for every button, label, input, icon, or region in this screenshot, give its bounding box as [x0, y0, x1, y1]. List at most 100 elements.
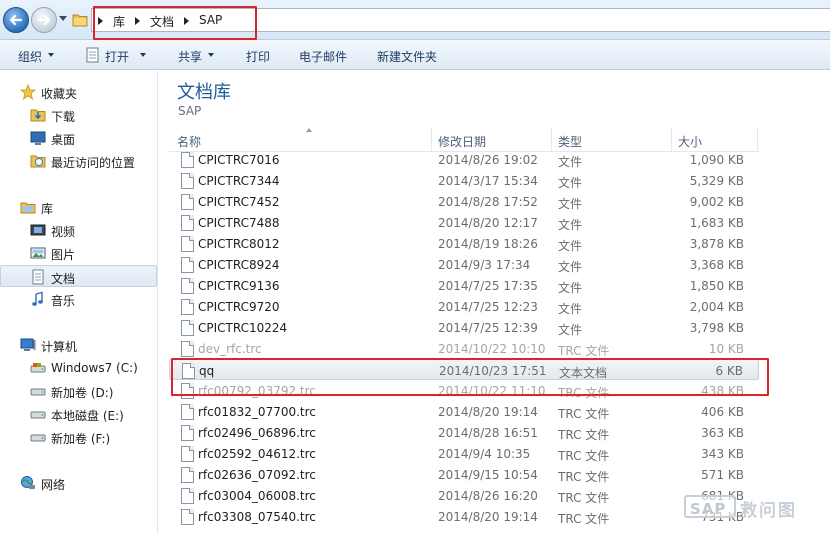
share-button[interactable]: 共享	[178, 48, 202, 65]
file-row[interactable]: rfc02636_07092.trc 2014/9/15 10:54 TRC 文件 5…	[169, 464, 759, 485]
file-row[interactable]: CPICTRC7344 2014/3/17 15:34 文件 5,329 KB	[169, 170, 759, 191]
file-row[interactable]: rfc02496_06896.trc 2014/8/28 16:51 TRC 文件 3…	[169, 422, 759, 443]
nav-drive-d-label: 新加卷 (D:)	[51, 386, 114, 400]
file-row[interactable]: CPICTRC7452 2014/8/28 17:52 文件 9,002 KB	[169, 191, 759, 212]
nav-desktop[interactable]: 桌面	[0, 127, 157, 149]
column-name[interactable]: 名称	[177, 133, 201, 150]
drive-icon	[30, 388, 46, 396]
file-name: rfc02592_04612.trc	[198, 447, 316, 461]
organize-button[interactable]: 组织	[18, 48, 42, 65]
file-icon	[181, 488, 194, 504]
network-icon	[21, 476, 35, 489]
nav-pictures[interactable]: 图片	[0, 242, 157, 264]
file-row[interactable]: dev_rfc.trc 2014/10/22 10:10 TRC 文件 10 KB	[169, 338, 759, 359]
system-drive-icon	[30, 363, 46, 373]
file-icon	[181, 299, 194, 315]
file-row[interactable]: CPICTRC7488 2014/8/20 12:17 文件 1,683 KB	[169, 212, 759, 233]
file-type: 文件	[558, 155, 583, 169]
watermark-badge: SAP	[684, 495, 736, 518]
music-icon	[32, 291, 43, 306]
file-size: 343 KB	[701, 447, 744, 461]
nav-drive-d[interactable]: 新加卷 (D:)	[0, 380, 157, 402]
file-type: TRC 文件	[558, 407, 610, 421]
file-name: CPICTRC10224	[198, 321, 288, 335]
file-name: CPICTRC7452	[198, 195, 280, 209]
file-name: CPICTRC9720	[198, 300, 280, 314]
file-row[interactable]: CPICTRC8924 2014/9/3 17:34 文件 3,368 KB	[169, 254, 759, 275]
file-row[interactable]: CPICTRC10224 2014/7/25 12:39 文件 3,798 KB	[169, 317, 759, 338]
chevron-down-icon	[140, 53, 146, 57]
column-size[interactable]: 大小	[678, 133, 702, 150]
file-icon	[181, 278, 194, 294]
file-row[interactable]: CPICTRC7016 2014/8/26 19:02 文件 1,090 KB	[169, 149, 759, 170]
downloads-folder-icon	[30, 109, 46, 122]
file-row[interactable]: rfc01832_07700.trc 2014/8/20 19:14 TRC 文件 4…	[169, 401, 759, 422]
file-name: CPICTRC8012	[198, 237, 280, 251]
file-row[interactable]: rfc03308_07540.trc2014/8/20 19:14TRC 文件7…	[169, 506, 759, 527]
command-bar: 组织 打开 共享 打印 电子邮件 新建文件夹	[0, 40, 830, 70]
column-type[interactable]: 类型	[558, 133, 582, 150]
file-icon	[181, 257, 194, 273]
nav-drive-c[interactable]: Windows7 (C:)	[0, 357, 157, 379]
file-size: 3,368 KB	[689, 258, 744, 272]
file-type: 文件	[558, 176, 583, 190]
nav-favorites[interactable]: 收藏夹	[0, 81, 157, 103]
nav-downloads[interactable]: 下载	[0, 104, 157, 126]
nav-drive-e-label: 本地磁盘 (E:)	[51, 409, 124, 423]
nav-documents[interactable]: 文档	[0, 265, 157, 287]
file-name: CPICTRC7488	[198, 216, 280, 230]
file-name: rfc03308_07540.trc	[198, 510, 316, 524]
file-modified-date: 2014/7/25 17:35	[438, 279, 538, 293]
file-modified-date: 2014/8/28 17:52	[438, 195, 538, 209]
file-type: TRC 文件	[558, 344, 610, 358]
file-size: 406 KB	[701, 405, 744, 419]
back-arrow-icon	[9, 14, 23, 26]
file-modified-date: 2014/8/26 16:20	[438, 489, 538, 503]
file-size: 1,090 KB	[689, 153, 744, 167]
file-row[interactable]: rfc03004_06008.trc2014/8/26 16:20TRC 文件6…	[169, 485, 759, 506]
nav-network-label: 网络	[41, 478, 66, 492]
file-row[interactable]: rfc02592_04612.trc 2014/9/4 10:35 TRC 文件 34…	[169, 443, 759, 464]
file-row[interactable]: CPICTRC9136 2014/7/25 17:35 文件 1,850 KB	[169, 275, 759, 296]
nav-libraries[interactable]: 库	[0, 196, 157, 218]
file-modified-date: 2014/8/19 18:26	[438, 237, 538, 251]
file-icon	[181, 425, 194, 441]
open-button[interactable]: 打开	[105, 48, 129, 65]
file-row[interactable]: CPICTRC9720 2014/7/25 12:23 文件 2,004 KB	[169, 296, 759, 317]
file-modified-date: 2014/8/20 19:14	[438, 405, 538, 419]
nav-videos[interactable]: 视频	[0, 219, 157, 241]
file-name: rfc02636_07092.trc	[198, 468, 316, 482]
file-type: TRC 文件	[558, 491, 610, 505]
file-size: 9,002 KB	[689, 195, 744, 209]
nav-computer[interactable]: 计算机	[0, 334, 157, 356]
file-icon	[181, 446, 194, 462]
recent-places-icon	[30, 155, 46, 168]
nav-recent-places[interactable]: 最近访问的位置	[0, 150, 157, 172]
new-folder-button[interactable]: 新建文件夹	[377, 48, 437, 65]
file-icon	[181, 467, 194, 483]
back-button[interactable]	[3, 7, 29, 33]
column-date[interactable]: 修改日期	[438, 133, 486, 150]
file-type: 文件	[558, 281, 583, 295]
email-button[interactable]: 电子邮件	[299, 48, 347, 65]
recent-pages-dropdown[interactable]	[59, 16, 67, 21]
content-pane: 文档库 SAP 名称 修改日期 类型 大小 CPICTRC7016 2014/8/…	[159, 71, 830, 534]
nav-network[interactable]: 网络	[0, 472, 157, 494]
folder-icon	[72, 14, 88, 27]
nav-drive-f[interactable]: 新加卷 (F:)	[0, 426, 157, 448]
drive-icon	[30, 411, 46, 419]
library-icon	[20, 202, 36, 214]
file-size: 5,329 KB	[689, 174, 744, 188]
file-modified-date: 2014/8/26 19:02	[438, 153, 538, 167]
file-icon	[181, 341, 194, 357]
file-type: TRC 文件	[558, 449, 610, 463]
file-type: TRC 文件	[558, 428, 610, 442]
nav-music[interactable]: 音乐	[0, 288, 157, 310]
computer-icon	[20, 338, 36, 351]
nav-drive-e[interactable]: 本地磁盘 (E:)	[0, 403, 157, 425]
watermark-brand: SAP	[690, 500, 727, 518]
file-row[interactable]: CPICTRC8012 2014/8/19 18:26 文件 3,878 KB	[169, 233, 759, 254]
forward-button[interactable]	[31, 7, 57, 33]
print-button[interactable]: 打印	[246, 48, 270, 65]
watermark-text: 救问图	[740, 501, 797, 521]
